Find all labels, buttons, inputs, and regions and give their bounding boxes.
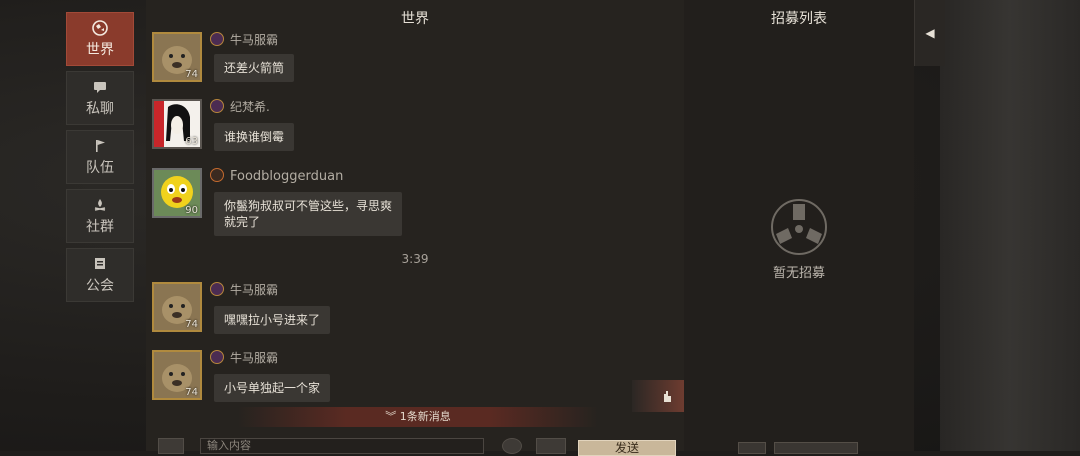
nav-label-world: 世界 <box>86 41 114 58</box>
banner-icon <box>95 257 105 269</box>
message-bubble: 嘿嘿拉小号进来了 <box>214 306 331 334</box>
message-bubble: 还差火箭筒 <box>214 54 295 82</box>
player-level: 63 <box>185 136 198 147</box>
rank-badge-icon <box>210 282 224 296</box>
nav-tab-guild[interactable]: 公会 <box>66 248 134 302</box>
player-level: 74 <box>185 387 198 398</box>
avatar[interactable]: 90 <box>152 168 202 218</box>
quick-phrase-button[interactable] <box>536 438 566 454</box>
player-name-text: 牛马服霸 <box>230 33 279 47</box>
world-chat-panel: 世界 74 牛马服霸 还差火箭筒 63 纪梵希. 谁换谁倒霉 90 Foodbl… <box>146 0 684 456</box>
recruit-create-button[interactable] <box>774 442 858 454</box>
rank-badge-icon <box>210 350 224 364</box>
player-name: 纪梵希. <box>210 99 270 115</box>
mention-button[interactable] <box>632 380 684 412</box>
chat-input[interactable]: 输入内容 <box>200 438 484 454</box>
new-messages-banner[interactable]: ︾ 1条新消息 <box>238 407 598 427</box>
player-level: 74 <box>185 319 198 330</box>
send-button[interactable]: 发送 <box>578 440 676 456</box>
player-name-text: 牛马服霸 <box>230 283 279 297</box>
player-name-text: Foodbloggerduan <box>230 169 344 184</box>
radiation-icon <box>771 199 827 255</box>
rank-badge-icon <box>210 99 224 113</box>
chevron-down-icon: ︾ <box>385 410 397 423</box>
message-bubble: 你鬣狗叔叔可不管这些，寻思爽 就完了 <box>214 192 403 236</box>
hand-icon <box>664 391 671 402</box>
nav-tab-community[interactable]: 社群 <box>66 189 134 243</box>
emoji-button[interactable] <box>158 438 184 454</box>
player-level: 74 <box>185 69 198 80</box>
globe-icon <box>92 19 108 36</box>
new-messages-text: 1条新消息 <box>399 410 451 423</box>
campfire-icon <box>94 198 106 211</box>
nav-label-private: 私聊 <box>86 100 114 117</box>
rank-badge-icon <box>210 32 224 46</box>
nav-tab-team[interactable]: 队伍 <box>66 130 134 184</box>
avatar[interactable]: 74 <box>152 32 202 82</box>
recruit-empty-text: 暂无招募 <box>772 266 825 281</box>
chat-timestamp: 3:39 <box>401 252 429 266</box>
nav-tab-private[interactable]: 私聊 <box>66 71 134 125</box>
chat-channel-nav: 世界 私聊 队伍 社群 公会 <box>66 12 134 307</box>
player-name: 牛马服霸 <box>210 282 278 298</box>
nav-label-community: 社群 <box>86 218 114 235</box>
message-bubble: 谁换谁倒霉 <box>214 123 295 151</box>
avatar[interactable]: 74 <box>152 350 202 400</box>
player-name-text: 纪梵希. <box>230 100 270 114</box>
player-level: 90 <box>185 205 198 216</box>
rank-badge-icon <box>210 168 224 182</box>
flag-icon <box>96 139 105 152</box>
nav-tab-world[interactable]: 世界 <box>66 12 134 66</box>
player-name: 牛马服霸 <box>210 32 278 48</box>
voice-button[interactable] <box>502 438 522 454</box>
player-name: 牛马服霸 <box>210 350 278 366</box>
recruit-panel: 招募列表 暂无招募 <box>684 0 914 454</box>
recruit-filter-button[interactable] <box>738 442 766 454</box>
chat-input-row: 输入内容 发送 <box>146 432 684 456</box>
player-name-text: 牛马服霸 <box>230 351 279 365</box>
nav-label-guild: 公会 <box>86 277 114 294</box>
avatar[interactable]: 74 <box>152 282 202 332</box>
recruit-title: 招募列表 <box>771 11 827 27</box>
right-scenery <box>940 0 1080 451</box>
triangle-left-icon: ◀ <box>925 26 935 40</box>
collapse-panel-button[interactable]: ◀ <box>914 0 945 66</box>
nav-label-team: 队伍 <box>86 159 114 176</box>
avatar[interactable]: 63 <box>152 99 202 149</box>
message-bubble: 小号单独起一个家 <box>214 374 331 402</box>
player-name: Foodbloggerduan <box>210 168 343 184</box>
chat-bubble-icon <box>94 81 106 93</box>
